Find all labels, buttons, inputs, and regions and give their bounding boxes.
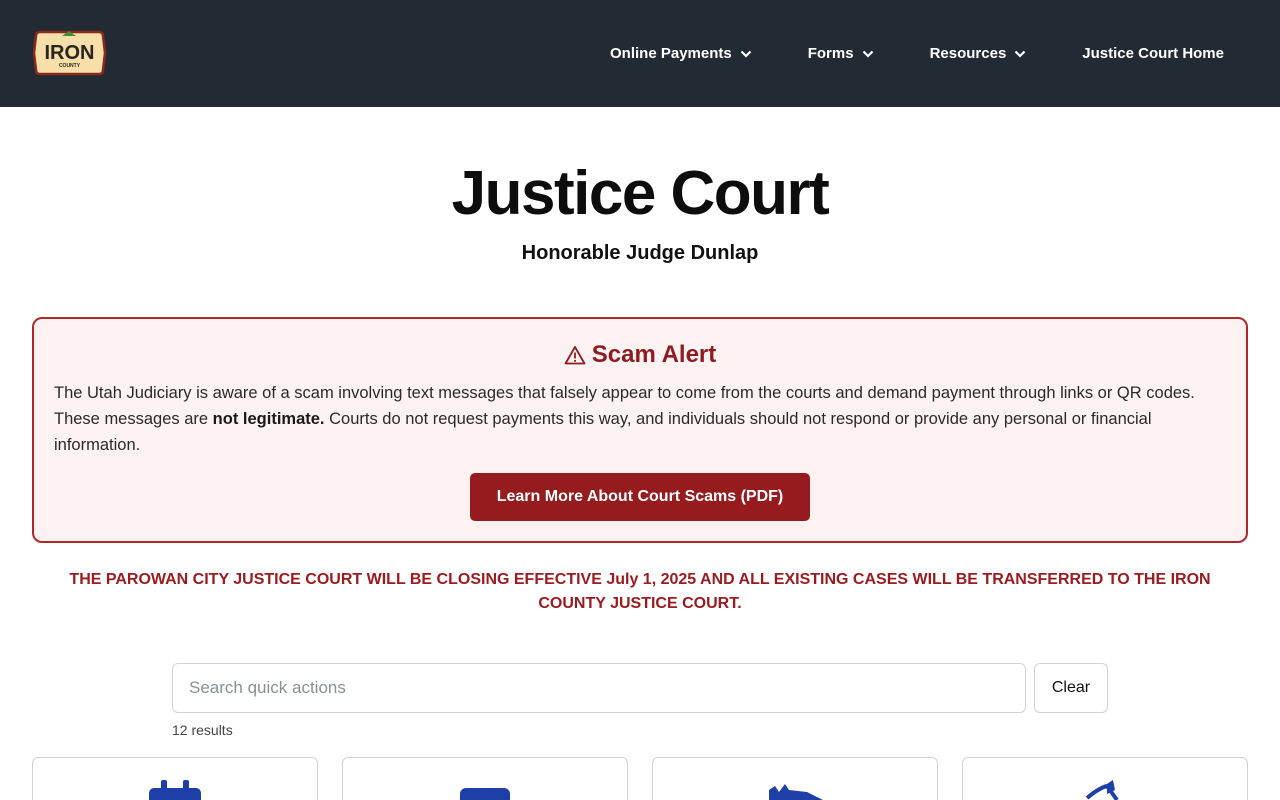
scam-alert-box: Scam Alert The Utah Judiciary is aware o…: [32, 317, 1248, 543]
nav-forms[interactable]: Forms: [808, 45, 874, 62]
iron-county-logo[interactable]: IRON COUNTY: [32, 30, 107, 76]
scale-icon: [1085, 780, 1119, 800]
logo-wordmark: IRON: [45, 42, 95, 64]
nav-resources-label: Resources: [929, 45, 1007, 62]
alert-body: The Utah Judiciary is aware of a scam in…: [54, 380, 1214, 458]
alert-text-bold: not legitimate.: [212, 410, 325, 428]
page-subtitle: Honorable Judge Dunlap: [521, 242, 759, 264]
quick-action-card[interactable]: [32, 757, 318, 800]
quick-action-card[interactable]: [652, 757, 938, 800]
nav-justice-court-home-label: Justice Court Home: [1082, 45, 1224, 62]
document-icon: [460, 788, 510, 800]
main-nav: Online Payments Forms Resources Justice …: [554, 0, 1224, 107]
quick-action-card[interactable]: [962, 757, 1248, 800]
alert-heading: Scam Alert: [34, 341, 1246, 369]
clear-search-button[interactable]: Clear: [1034, 663, 1108, 713]
chevron-down-icon: [1015, 50, 1026, 58]
quick-actions-search-input[interactable]: [172, 663, 1026, 713]
learn-more-scams-button[interactable]: Learn More About Court Scams (PDF): [470, 473, 810, 521]
nav-online-payments[interactable]: Online Payments: [610, 45, 752, 62]
warning-icon: [564, 346, 586, 365]
nav-online-payments-label: Online Payments: [610, 45, 732, 62]
chevron-down-icon: [740, 50, 752, 58]
nav-justice-court-home[interactable]: Justice Court Home: [1082, 45, 1224, 62]
alert-title: Scam Alert: [591, 341, 717, 368]
chevron-down-icon: [862, 50, 873, 58]
nav-resources[interactable]: Resources: [930, 45, 1027, 62]
gavel-icon: [769, 784, 823, 800]
closing-notice: THE PAROWAN CITY JUSTICE COURT WILL BE C…: [69, 571, 1211, 612]
calendar-icon: [149, 780, 201, 800]
logo-subtext: COUNTY: [59, 63, 81, 69]
page-title: Justice Court: [451, 159, 830, 228]
results-count: 12 results: [172, 722, 233, 738]
nav-forms-label: Forms: [807, 45, 854, 62]
site-header: IRON COUNTY Online Payments Forms Resour…: [0, 0, 1280, 107]
quick-action-card[interactable]: [342, 757, 628, 800]
